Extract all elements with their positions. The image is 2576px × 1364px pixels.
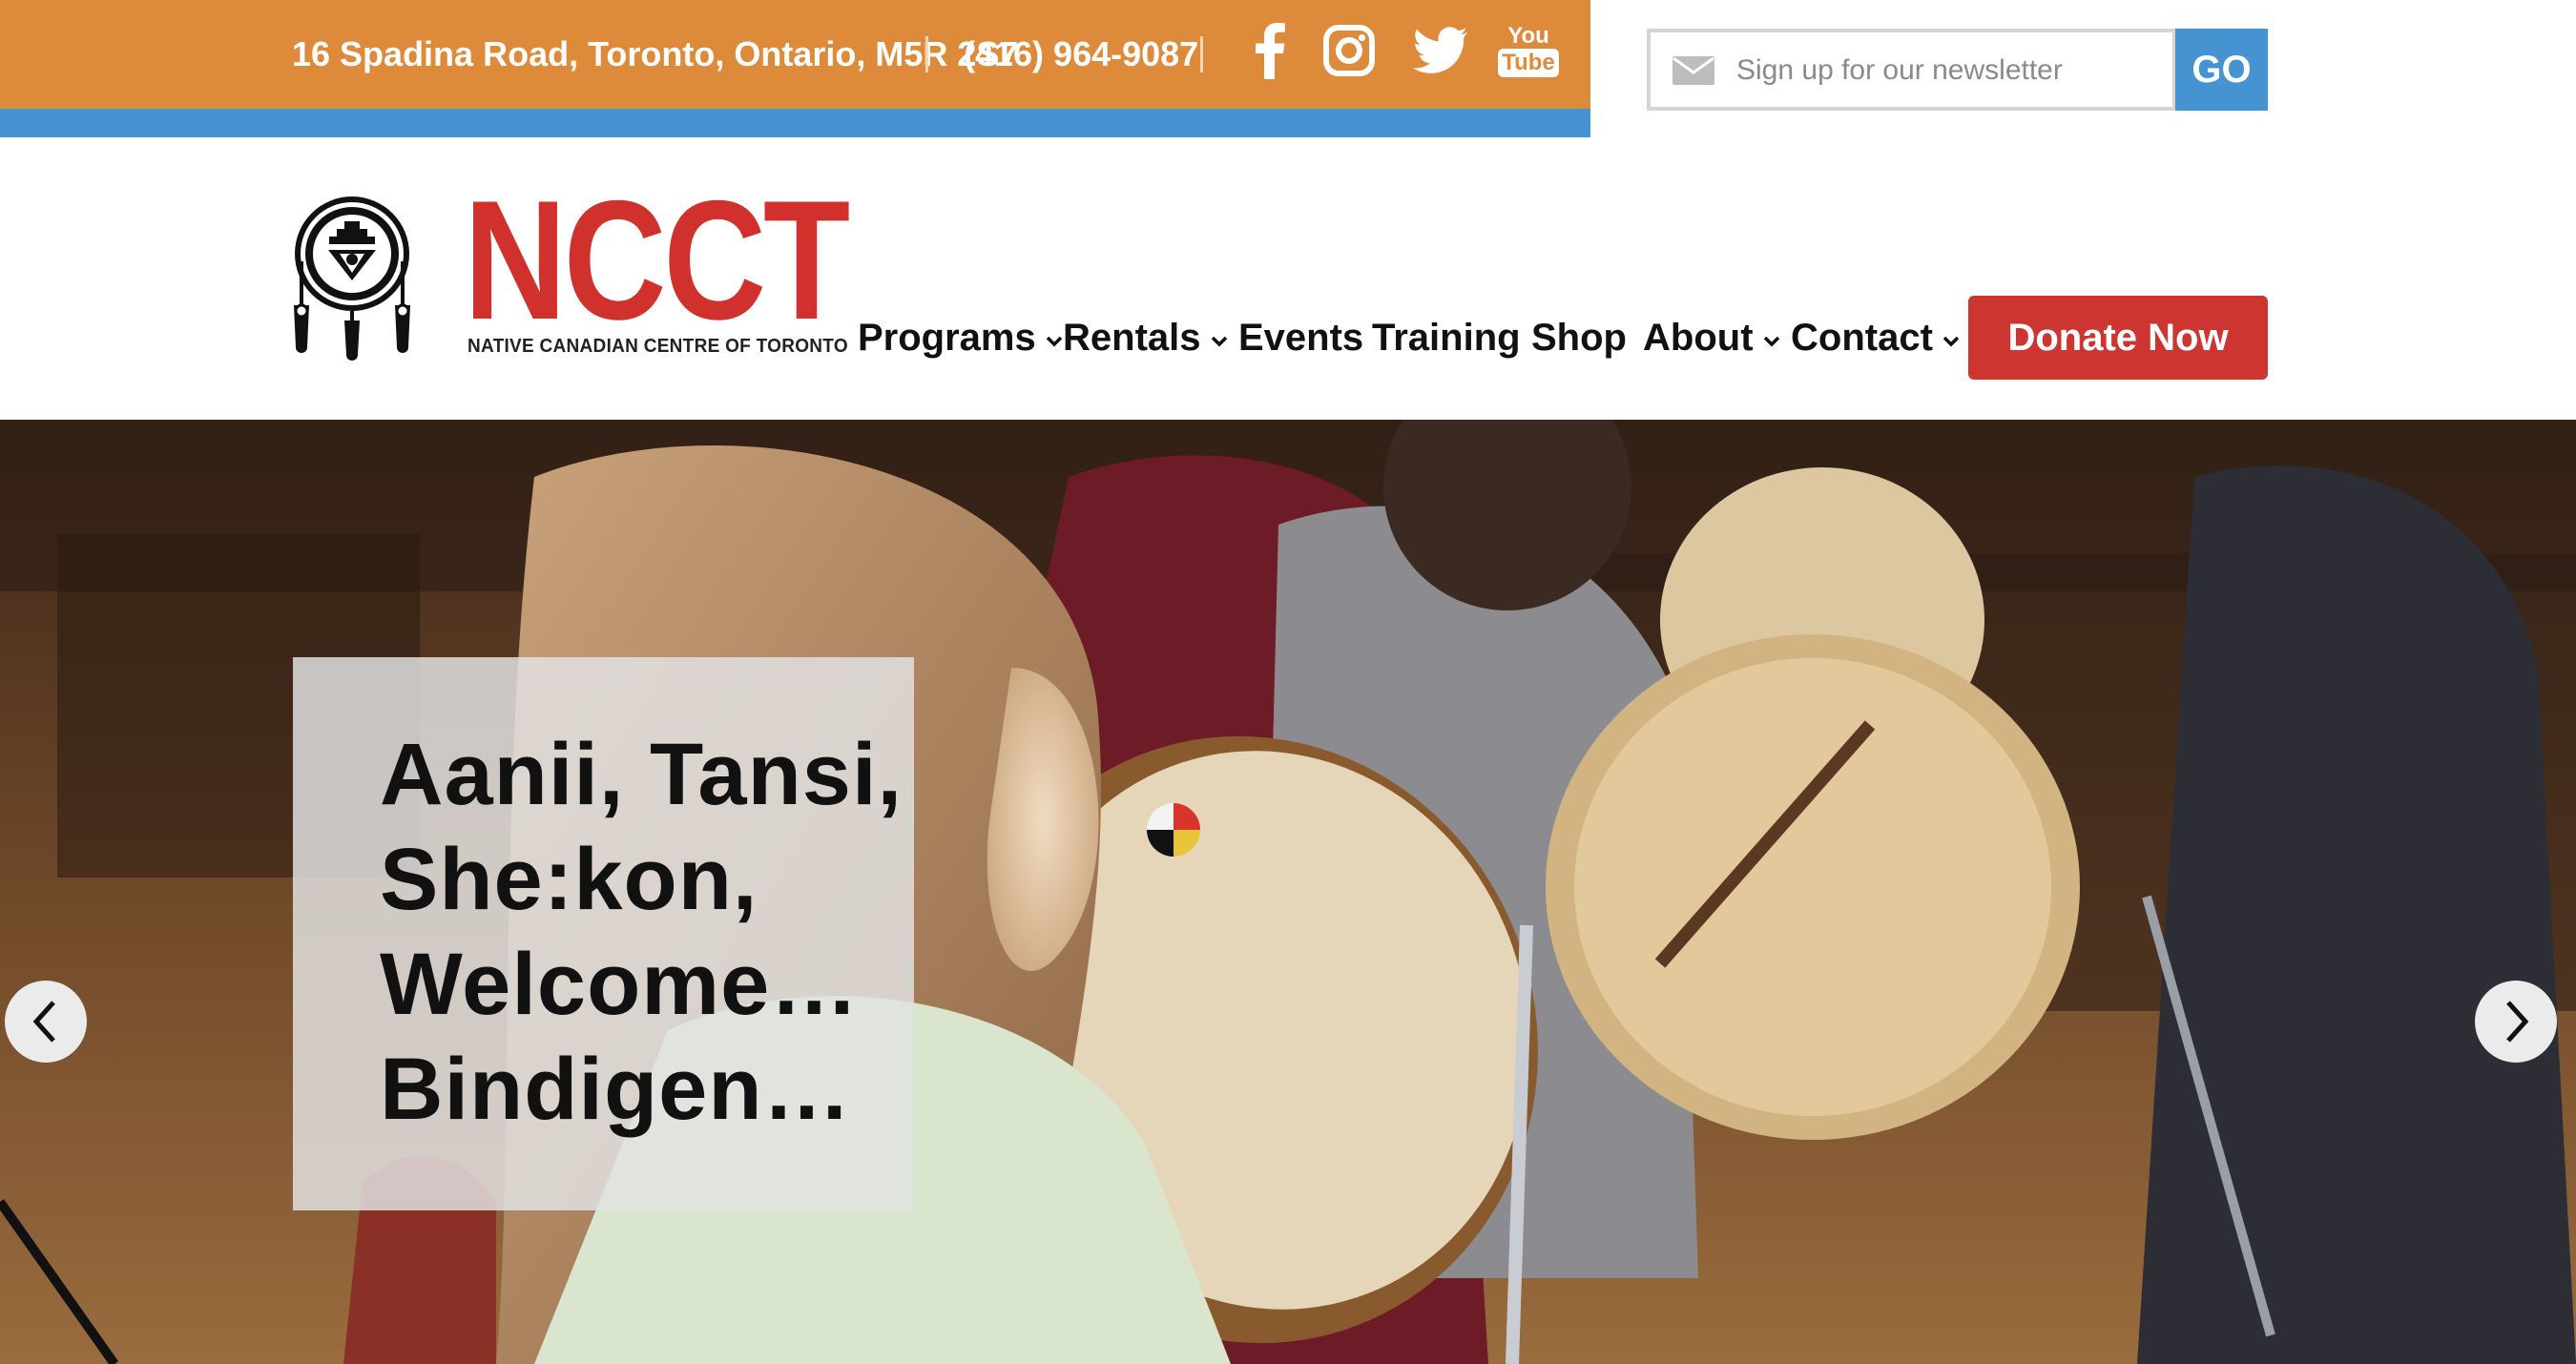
donate-button[interactable]: Donate Now [1968, 296, 2268, 380]
nav-programs[interactable]: Programs [858, 311, 1063, 364]
nav-label: Rentals [1063, 316, 1201, 359]
nav-shop[interactable]: Shop [1531, 311, 1627, 364]
phone-link[interactable]: (416) 964-9087 [964, 32, 1198, 76]
chevron-down-icon [1046, 336, 1062, 347]
nav-label: Contact [1791, 316, 1933, 359]
hero-caption-line: Welcome… [380, 936, 860, 1033]
logo-title[interactable]: NCCT [464, 176, 850, 345]
address-text: 16 Spadina Road, Toronto, Ontario, M5R 2… [292, 34, 1019, 73]
chevron-down-icon [1942, 336, 1960, 347]
nav-label: Programs [858, 316, 1036, 359]
hero-caption-line: Bindigen… [380, 1041, 852, 1138]
hero-slider: Aanii, Tansi, She:kon, Welcome… Bindigen… [0, 420, 2576, 1364]
newsletter-field [1647, 29, 2176, 111]
nav-label: Events [1238, 316, 1364, 359]
chevron-left-icon [32, 1001, 55, 1043]
divider [925, 36, 928, 72]
twitter-icon[interactable] [1410, 17, 1469, 84]
ncct-logo-icon[interactable] [290, 193, 414, 362]
nav-label: About [1643, 316, 1754, 359]
top-bar: 16 Spadina Road, Toronto, Ontario, M5R 2… [0, 0, 1590, 137]
newsletter-email-input[interactable] [1735, 46, 2158, 95]
nav-events[interactable]: Events [1238, 311, 1363, 364]
nav-about[interactable]: About [1643, 311, 1780, 364]
nav-training[interactable]: Training [1372, 311, 1521, 364]
divider [1200, 36, 1203, 72]
slider-next-button[interactable] [2475, 981, 2557, 1063]
chevron-right-icon [2506, 1001, 2529, 1043]
nav-label: Training [1372, 316, 1521, 359]
youtube-icon[interactable]: You Tube [1498, 17, 1559, 84]
nav-rentals[interactable]: Rentals [1063, 311, 1228, 364]
hero-caption-line: Aanii, Tansi, [380, 726, 904, 823]
logo-subtitle: NATIVE CANADIAN CENTRE OF TORONTO [467, 336, 848, 357]
top-bar-accent-stripe [0, 109, 1590, 137]
mail-icon [1672, 56, 1714, 85]
instagram-icon[interactable] [1322, 17, 1376, 84]
slider-prev-button[interactable] [5, 981, 87, 1063]
chevron-down-icon [1211, 336, 1227, 347]
hero-caption-line: She:kon, [380, 831, 758, 928]
newsletter-form: GO [1647, 29, 2268, 111]
chevron-down-icon [1763, 336, 1779, 347]
newsletter-go-button[interactable]: GO [2175, 29, 2268, 111]
youtube-label-top: You [1507, 23, 1549, 49]
youtube-label-bottom: Tube [1498, 49, 1559, 77]
facebook-icon[interactable] [1246, 17, 1294, 84]
nav-label: Shop [1531, 316, 1627, 359]
nav-contact[interactable]: Contact [1791, 311, 1960, 364]
